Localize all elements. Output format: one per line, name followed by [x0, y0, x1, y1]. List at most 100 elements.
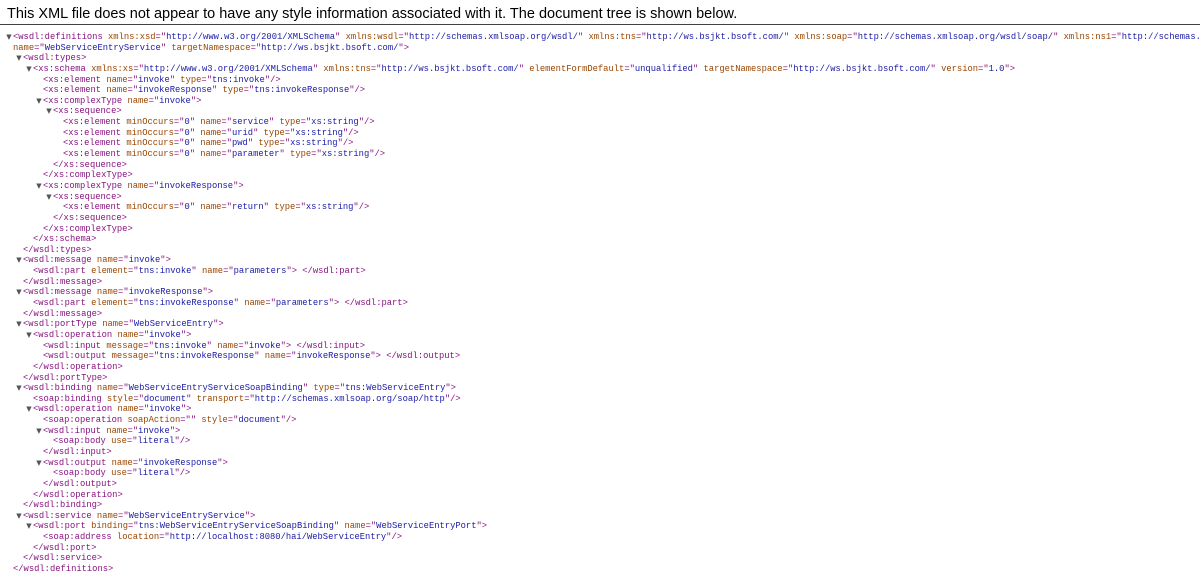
xml-line[interactable]: ▼<xs:complexType name="invoke"> — [0, 96, 1200, 107]
xml-line[interactable]: ▼<wsdl:service name="WebServiceEntryServ… — [0, 511, 1200, 522]
element-tag: <xs:element — [43, 74, 102, 85]
attribute-name: name — [106, 74, 128, 85]
element-tag: <xs:complexType — [43, 95, 123, 106]
xml-line: <soap:binding style="document" transport… — [0, 394, 1200, 405]
xml-line[interactable]: ▼<wsdl:port binding="tns:WebServiceEntry… — [0, 521, 1200, 532]
xml-line: </xs:sequence> — [0, 160, 1200, 171]
collapse-triangle-icon[interactable]: ▼ — [25, 330, 33, 341]
xml-line: name="WebServiceEntryService" targetName… — [0, 43, 1200, 54]
xml-line[interactable]: ▼<wsdl:output name="invokeResponse"> — [0, 458, 1200, 469]
attribute-value: WebServiceEntryServiceSoapBinding — [128, 383, 303, 394]
attribute-name: name — [264, 351, 286, 362]
attribute-value: document — [238, 415, 281, 426]
attribute-value: 1.0 — [988, 63, 1005, 74]
xml-line[interactable]: ▼<wsdl:portType name="WebServiceEntry"> — [0, 319, 1200, 330]
xml-line[interactable]: ▼<xs:schema xmlns:xs="http://www.w3.org/… — [0, 64, 1200, 75]
tag-end: > — [375, 351, 381, 362]
collapse-triangle-icon[interactable]: ▼ — [35, 458, 43, 469]
tag-end: /> — [450, 393, 461, 404]
attribute-name: xmlns:soap — [794, 32, 848, 42]
collapse-triangle-icon[interactable]: ▼ — [15, 383, 23, 394]
tag-end: > — [1009, 63, 1016, 74]
attribute-quote: " — [335, 32, 341, 42]
attribute-quote: " — [268, 117, 275, 128]
attribute-value: invoke — [128, 255, 161, 266]
attribute-name: minOccurs — [126, 117, 174, 128]
collapse-triangle-icon[interactable]: ▼ — [5, 32, 13, 43]
xml-line: <xs:element name="invokeResponse" type="… — [0, 85, 1200, 96]
xml-line: </wsdl:input> — [0, 447, 1200, 458]
attribute-quote: =" — [138, 329, 150, 340]
attribute-quote: =" — [978, 63, 989, 74]
collapse-triangle-icon[interactable]: ▼ — [25, 64, 33, 75]
attribute-quote: =" — [1111, 32, 1122, 42]
attribute-quote: =" — [126, 468, 138, 479]
element-tag: <xs:element — [43, 85, 102, 96]
attribute-quote: " — [169, 74, 176, 85]
attribute-name: name — [106, 425, 128, 436]
xml-line[interactable]: ▼<wsdl:input name="invoke"> — [0, 426, 1200, 437]
xml-line[interactable]: ▼<wsdl:binding name="WebServiceEntryServ… — [0, 383, 1200, 394]
xml-line[interactable]: ▼<wsdl:types> — [0, 53, 1200, 64]
element-tag: <wsdl:binding — [23, 383, 92, 394]
collapse-triangle-icon[interactable]: ▼ — [15, 287, 23, 298]
attribute-value: invokeResponse — [159, 180, 234, 191]
xml-line[interactable]: ▼<wsdl:message name="invoke"> — [0, 255, 1200, 266]
attribute-value: tns:invoke — [211, 74, 265, 85]
attribute-value: http://ws.bsjkt.bsoft.com/ — [793, 63, 931, 74]
attribute-quote: =" — [155, 32, 167, 42]
collapse-triangle-icon[interactable]: ▼ — [45, 106, 53, 117]
tag-end: /> — [358, 202, 370, 213]
attribute-value: http://ws.bsjkt.bsoft.com/ — [381, 63, 519, 74]
attribute-value: invoke — [138, 425, 170, 436]
attribute-quote: " — [211, 85, 218, 96]
attribute-quote: =" — [173, 127, 185, 138]
attribute-quote: =" — [132, 457, 144, 468]
collapse-triangle-icon[interactable]: ▼ — [15, 319, 23, 330]
collapse-triangle-icon[interactable]: ▼ — [35, 426, 43, 437]
attribute-quote: =" — [180, 415, 191, 426]
attribute-quote: =" — [148, 351, 160, 362]
xml-line: <xs:element minOccurs="0" name="service"… — [0, 117, 1200, 128]
tag-end: /> — [348, 127, 359, 138]
attribute-quote: " — [253, 127, 259, 138]
closing-tag: </xs:complexType> — [43, 223, 133, 234]
collapse-triangle-icon[interactable]: ▼ — [15, 511, 23, 522]
attribute-quote: =" — [635, 32, 647, 42]
xml-line[interactable]: ▼<xs:sequence> — [0, 192, 1200, 203]
attribute-quote: =" — [123, 319, 134, 330]
collapse-triangle-icon[interactable]: ▼ — [15, 255, 23, 266]
attribute-quote: =" — [265, 298, 276, 309]
closing-tag: </wsdl:part> — [344, 298, 408, 309]
attribute-name: minOccurs — [126, 127, 174, 138]
attribute-value: pwd — [231, 138, 248, 149]
collapse-triangle-icon[interactable]: ▼ — [15, 53, 23, 64]
attribute-name: element — [91, 298, 129, 309]
collapse-triangle-icon[interactable]: ▼ — [35, 96, 43, 107]
xml-line[interactable]: ▼<wsdl:definitions xmlns:xsd="http://www… — [0, 32, 1200, 43]
xml-line[interactable]: ▼<wsdl:message name="invokeResponse"> — [0, 287, 1200, 298]
attribute-name: style — [201, 415, 228, 426]
xml-line: <wsdl:part element="tns:invoke" name="pa… — [0, 266, 1200, 277]
attribute-name: elementFormDefault — [529, 63, 625, 74]
attribute-name: xmlns:ns1 — [1063, 32, 1112, 42]
tag-end: > — [481, 521, 488, 532]
attribute-quote: =" — [244, 393, 255, 404]
attribute-quote: =" — [279, 138, 291, 149]
element-tag: <wsdl:output — [43, 457, 107, 468]
collapse-triangle-icon[interactable]: ▼ — [45, 192, 53, 203]
collapse-triangle-icon[interactable]: ▼ — [35, 181, 43, 192]
element-tag: <wsdl:port — [33, 521, 86, 532]
tag-end: > — [250, 510, 256, 521]
collapse-triangle-icon[interactable]: ▼ — [25, 404, 33, 415]
xml-line[interactable]: ▼<xs:complexType name="invokeResponse"> — [0, 181, 1200, 192]
xml-line: </wsdl:service> — [0, 553, 1200, 564]
xml-line[interactable]: ▼<wsdl:operation name="invoke"> — [0, 404, 1200, 415]
xml-line[interactable]: ▼<wsdl:operation name="invoke"> — [0, 330, 1200, 341]
attribute-value: invokeResponse — [138, 85, 212, 96]
attribute-quote: " — [186, 393, 192, 404]
xml-line[interactable]: ▼<xs:sequence> — [0, 106, 1200, 117]
attribute-quote: =" — [118, 287, 129, 298]
attribute-value: WebServiceEntryPort — [376, 521, 477, 532]
collapse-triangle-icon[interactable]: ▼ — [25, 521, 33, 532]
